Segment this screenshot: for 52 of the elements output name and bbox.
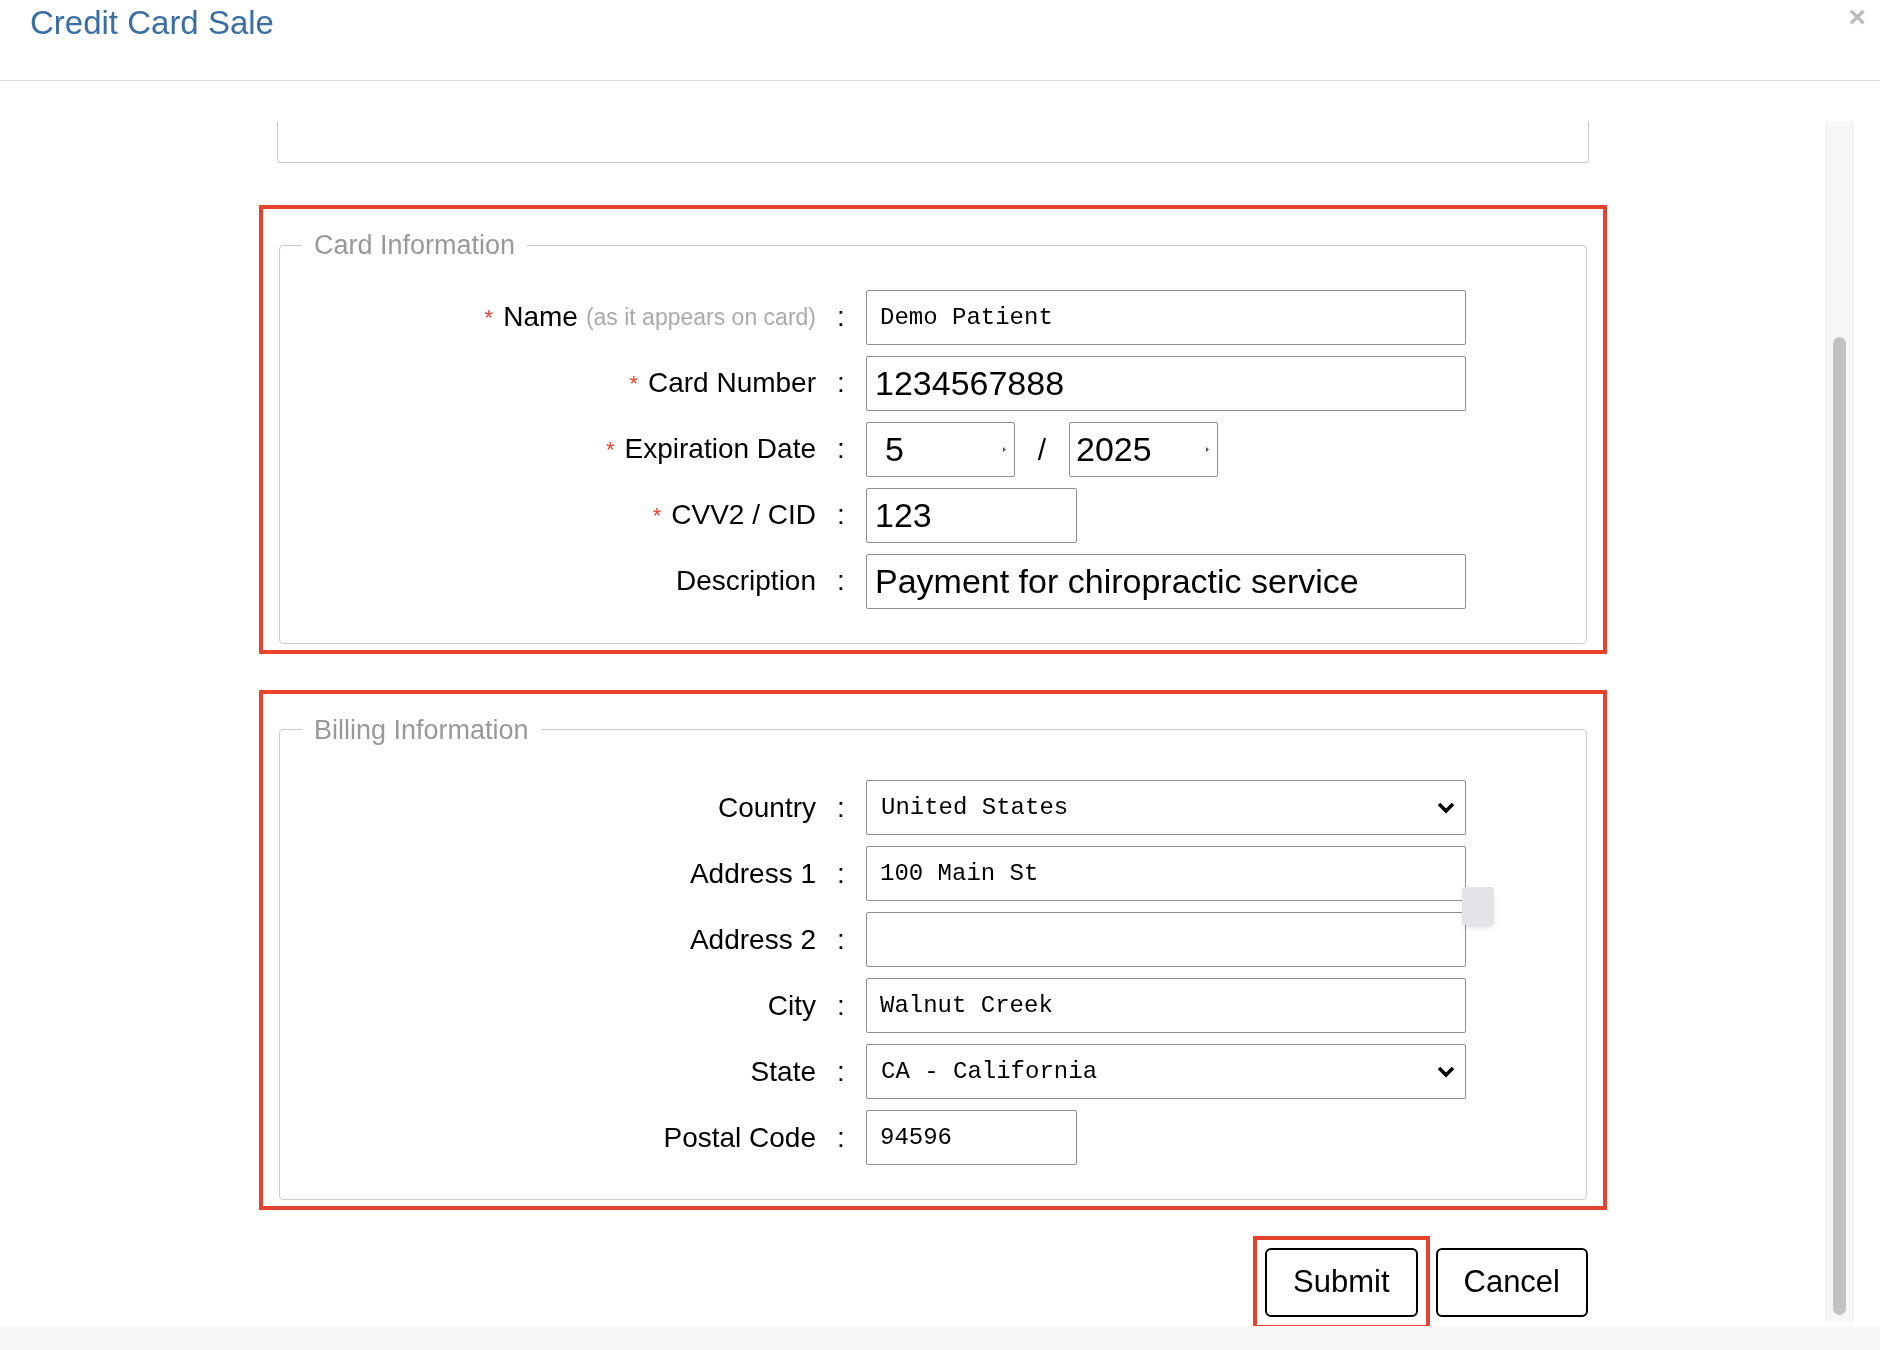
- colon: :: [836, 1120, 846, 1155]
- scrollbar-track[interactable]: [1826, 122, 1853, 1322]
- required-mark: *: [484, 303, 494, 332]
- text-field[interactable]: Payment for chiropractic service: [866, 553, 1466, 609]
- section-legend: Billing Information: [302, 709, 541, 750]
- text-field[interactable]: Demo Patient: [866, 289, 1466, 345]
- caret-icon: [1206, 446, 1209, 452]
- colon: :: [836, 564, 846, 598]
- colon: :: [836, 432, 846, 466]
- colon: :: [836, 922, 846, 957]
- field-label: State: [750, 1054, 816, 1089]
- scrollbar-thumb[interactable]: [1833, 337, 1846, 1315]
- colon: :: [836, 988, 846, 1023]
- field-label: Name: [503, 300, 578, 334]
- text-field[interactable]: 100 Main St: [866, 846, 1466, 901]
- section-legend: Card Information: [302, 225, 528, 266]
- field-label: Country: [717, 790, 816, 825]
- dialog-title: Credit Card Sale: [30, 6, 274, 39]
- field-label: Postal Code: [663, 1120, 816, 1155]
- field-label: City: [767, 988, 816, 1023]
- colon: :: [836, 366, 846, 400]
- dialog-button[interactable]: Cancel: [1435, 1248, 1588, 1317]
- field-hint: (as it appears on card): [585, 302, 816, 332]
- field-label: Card Number: [647, 366, 816, 400]
- text-field[interactable]: 94596: [866, 1110, 1077, 1165]
- required-mark: *: [629, 369, 638, 398]
- text-field[interactable]: Walnut Creek: [866, 978, 1466, 1033]
- field-label: Address 2: [689, 922, 816, 957]
- colon: :: [836, 498, 846, 532]
- colon: :: [836, 856, 846, 891]
- field-label: CVV2 / CID: [671, 498, 816, 532]
- year-dropdown[interactable]: 2025: [1069, 421, 1218, 477]
- colon: :: [836, 1054, 846, 1089]
- chevron-down-icon: [1437, 801, 1455, 814]
- colon: :: [836, 300, 846, 334]
- month-dropdown[interactable]: 5: [866, 421, 1015, 477]
- required-mark: *: [652, 501, 662, 530]
- text-field[interactable]: [866, 912, 1466, 967]
- text-field[interactable]: 123: [866, 487, 1077, 543]
- date-separator: /: [1036, 431, 1048, 468]
- colon: :: [836, 790, 846, 825]
- caret-icon: [1003, 446, 1006, 452]
- field-label: Description: [675, 564, 816, 598]
- chevron-down-icon: [1437, 1065, 1455, 1078]
- dialog-button[interactable]: Submit: [1265, 1248, 1418, 1317]
- field-label: Address 1: [689, 856, 816, 891]
- field-label: Expiration Date: [624, 432, 816, 466]
- text-field[interactable]: 1234567888: [866, 355, 1466, 411]
- required-mark: *: [606, 435, 615, 464]
- floating-square-icon: [1462, 887, 1494, 925]
- dropdown[interactable]: CA - California: [866, 1044, 1466, 1099]
- dropdown[interactable]: United States: [866, 780, 1466, 835]
